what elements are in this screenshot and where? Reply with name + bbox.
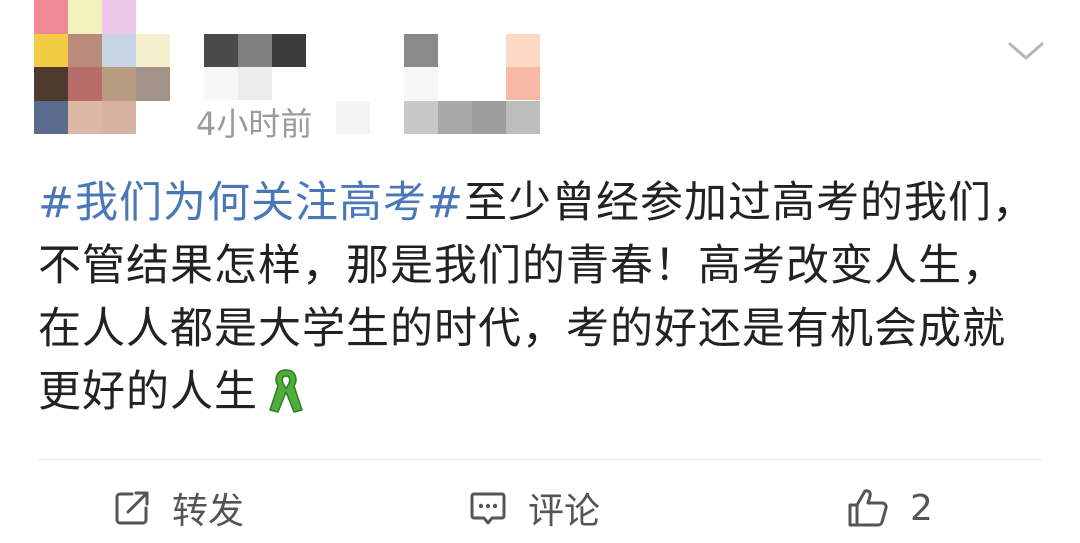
avatar[interactable] — [34, 0, 170, 134]
comment-label: 评论 — [528, 491, 601, 532]
like-count: 2 — [910, 487, 933, 529]
repost-button[interactable]: 转发 — [112, 478, 244, 538]
post-content: #我们为何关注高考#至少曾经参加过高考的我们，不管结果怎样，那是我们的青春！高考… — [38, 172, 1048, 424]
green-ribbon-icon — [269, 369, 303, 413]
divider — [38, 459, 1042, 460]
comment-button[interactable]: 评论 — [468, 478, 600, 538]
chevron-down-icon[interactable] — [1006, 36, 1046, 66]
comment-icon — [470, 492, 506, 525]
like-button[interactable]: 2 — [846, 478, 933, 538]
thumbs-up-icon — [848, 489, 888, 527]
post-timestamp: 4小时前 — [196, 105, 313, 143]
repost-label: 转发 — [172, 491, 245, 532]
topic-link[interactable]: #我们为何关注高考# — [38, 178, 464, 228]
share-icon — [115, 491, 149, 525]
